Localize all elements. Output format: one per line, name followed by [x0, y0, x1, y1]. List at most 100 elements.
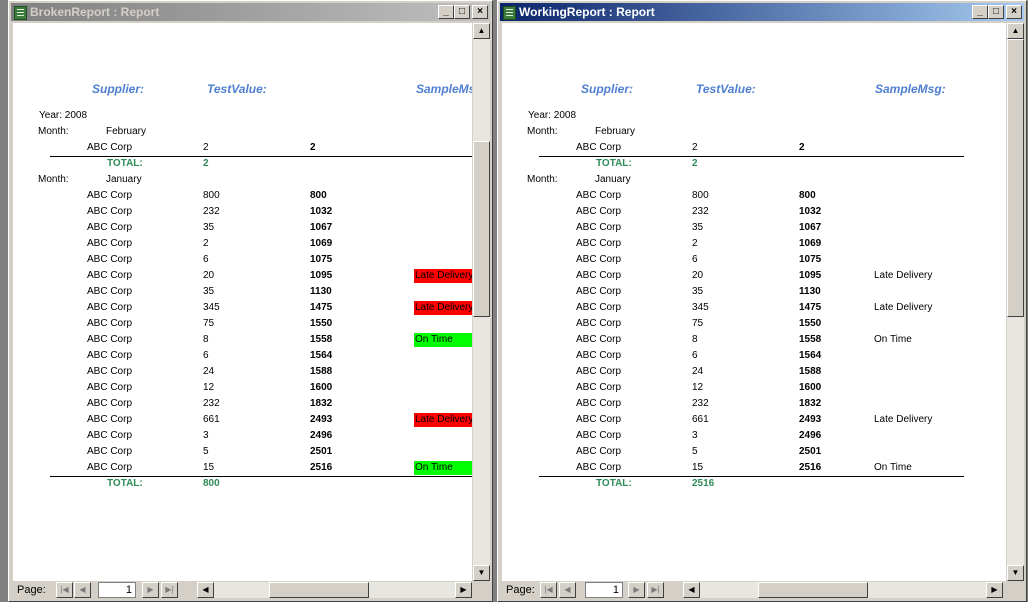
scroll-right-button[interactable]: ▶ [986, 582, 1003, 598]
minimize-button[interactable]: _ [972, 5, 988, 19]
maximize-button[interactable]: □ [988, 5, 1004, 19]
scroll-thumb[interactable] [473, 141, 490, 317]
running-total-cell: 1067 [310, 222, 333, 233]
close-button[interactable]: × [472, 5, 488, 19]
testvalue-header: TestValue: [696, 82, 756, 96]
vertical-scrollbar[interactable]: ▲ ▼ [1007, 23, 1024, 581]
testvalue-cell: 75 [692, 318, 704, 329]
first-page-button[interactable]: |◀ [56, 582, 73, 598]
year-label: Year: 2008 [528, 110, 577, 121]
supplier-cell: ABC Corp [87, 318, 133, 329]
close-button[interactable]: × [1006, 5, 1022, 19]
scroll-up-button[interactable]: ▲ [473, 23, 490, 39]
first-page-button[interactable]: |◀ [540, 582, 557, 598]
testvalue-cell: 661 [203, 414, 220, 425]
last-page-button[interactable]: ▶| [161, 582, 178, 598]
title-bar[interactable]: BrokenReport : Report _ □ × [11, 3, 490, 21]
scroll-up-button[interactable]: ▲ [1007, 23, 1024, 39]
testvalue-cell: 232 [692, 398, 709, 409]
testvalue-cell: 15 [203, 462, 215, 473]
running-total-cell: 1564 [310, 350, 333, 361]
last-page-button[interactable]: ▶| [647, 582, 664, 598]
page-number-input[interactable]: 1 [585, 582, 623, 598]
running-total-cell: 2493 [799, 414, 822, 425]
supplier-cell: ABC Corp [87, 286, 133, 297]
report-page: Supplier: TestValue: SampleMsg: Year: 2008 M… [502, 23, 1006, 581]
testvalue-cell: 2 [203, 238, 209, 249]
page-number-input[interactable]: 1 [98, 582, 136, 598]
supplier-cell: ABC Corp [87, 366, 133, 377]
running-total-cell: 1075 [799, 254, 822, 265]
supplier-cell: ABC Corp [87, 190, 133, 201]
horizontal-scrollbar[interactable]: ◀ ▶ [197, 582, 472, 598]
supplier-cell: ABC Corp [576, 206, 622, 217]
running-total-cell: 800 [799, 190, 816, 201]
supplier-cell: ABC Corp [576, 238, 622, 249]
maximize-button[interactable]: □ [454, 5, 470, 19]
group-divider [539, 156, 964, 157]
running-total-cell: 1075 [310, 254, 333, 265]
next-page-button[interactable]: ▶ [628, 582, 645, 598]
minimize-button[interactable]: _ [438, 5, 454, 19]
sample-msg-cell: Late Delivery [874, 302, 933, 313]
testvalue-cell: 6 [203, 350, 209, 361]
supplier-cell: ABC Corp [87, 142, 133, 153]
supplier-header: Supplier: [92, 82, 145, 96]
scroll-right-button[interactable]: ▶ [455, 582, 472, 598]
next-page-button[interactable]: ▶ [142, 582, 159, 598]
month-label: Month: [38, 174, 69, 185]
sample-msg-cell: On Time [414, 333, 472, 347]
testvalue-cell: 6 [692, 350, 698, 361]
prev-page-button[interactable]: ◀ [559, 582, 576, 598]
supplier-header: Supplier: [581, 82, 634, 96]
month-label: Month: [38, 126, 69, 137]
running-total-cell: 1588 [310, 366, 333, 377]
scroll-left-button[interactable]: ◀ [197, 582, 214, 598]
supplier-cell: ABC Corp [576, 318, 622, 329]
total-value: 2 [203, 158, 209, 169]
running-total-cell: 1564 [799, 350, 822, 361]
samplemsg-header: SampleMsg: [875, 82, 946, 96]
testvalue-cell: 5 [692, 446, 698, 457]
total-value: 800 [203, 478, 220, 489]
testvalue-cell: 24 [692, 366, 704, 377]
supplier-cell: ABC Corp [87, 462, 133, 473]
testvalue-cell: 35 [692, 222, 704, 233]
testvalue-cell: 345 [692, 302, 709, 313]
window-title: WorkingReport : Report [519, 5, 655, 19]
report-canvas: Supplier: TestValue: SampleMs Year: 2008 Mon… [13, 23, 472, 581]
scroll-down-button[interactable]: ▼ [473, 565, 490, 581]
scroll-left-button[interactable]: ◀ [683, 582, 700, 598]
testvalue-cell: 8 [203, 334, 209, 345]
title-bar[interactable]: WorkingReport : Report _ □ × [500, 3, 1024, 21]
testvalue-cell: 24 [203, 366, 215, 377]
running-total-cell: 1067 [799, 222, 822, 233]
navigation-bar: Page: |◀ ◀ 1 ▶ ▶| ◀ ▶ [13, 581, 490, 599]
h-scroll-thumb[interactable] [758, 582, 868, 598]
running-total-cell: 1832 [799, 398, 822, 409]
sample-msg-cell: Late Delivery [414, 413, 472, 427]
navigation-bar: Page: |◀ ◀ 1 ▶ ▶| ◀ ▶ [502, 581, 1024, 599]
supplier-cell: ABC Corp [576, 462, 622, 473]
sample-msg-cell: Late Delivery [414, 301, 472, 315]
page-label: Page: [506, 584, 535, 596]
window-title: BrokenReport : Report [30, 5, 160, 19]
testvalue-cell: 2 [203, 142, 209, 153]
supplier-cell: ABC Corp [576, 398, 622, 409]
horizontal-scrollbar[interactable]: ◀ ▶ [683, 582, 1003, 598]
report-icon [14, 6, 27, 20]
scroll-thumb[interactable] [1007, 39, 1024, 317]
vertical-scrollbar[interactable]: ▲ ▼ [473, 23, 490, 581]
running-total-cell: 1550 [310, 318, 333, 329]
h-scroll-thumb[interactable] [269, 582, 369, 598]
broken-report-window: BrokenReport : Report _ □ × Supplier: Tes… [8, 0, 493, 602]
sample-msg-cell: On Time [874, 334, 912, 345]
testvalue-cell: 6 [692, 254, 698, 265]
testvalue-cell: 232 [692, 206, 709, 217]
prev-page-button[interactable]: ◀ [74, 582, 91, 598]
scroll-down-button[interactable]: ▼ [1007, 565, 1024, 581]
supplier-cell: ABC Corp [576, 254, 622, 265]
testvalue-cell: 5 [203, 446, 209, 457]
supplier-cell: ABC Corp [576, 430, 622, 441]
testvalue-header: TestValue: [207, 82, 267, 96]
